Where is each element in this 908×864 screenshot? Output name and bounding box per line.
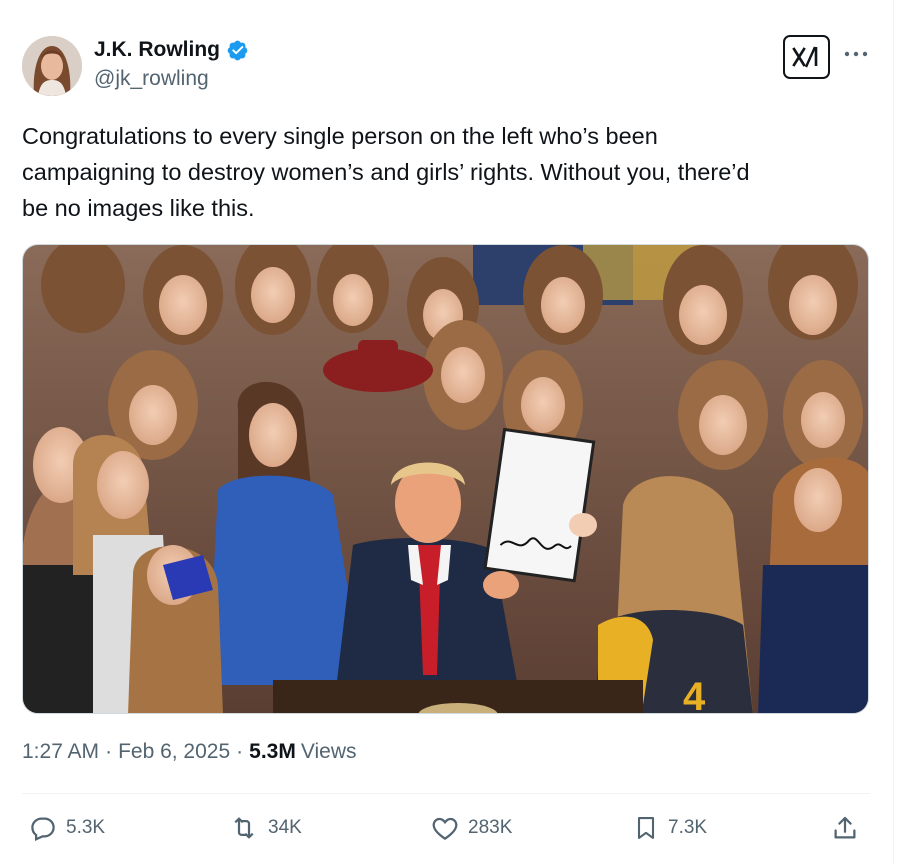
repost-count: 34K — [268, 817, 302, 838]
author-avatar[interactable] — [22, 36, 82, 96]
divider — [22, 793, 870, 794]
author-display-name[interactable]: J.K. Rowling — [94, 38, 220, 62]
separator: · — [105, 740, 113, 763]
like-count: 283K — [468, 817, 513, 838]
tweet-date[interactable]: Feb 6, 2025 — [118, 740, 230, 764]
separator: · — [236, 740, 244, 763]
more-dots-icon — [844, 51, 868, 57]
views-label: Views — [300, 740, 357, 763]
grok-button[interactable] — [783, 35, 830, 79]
reply-count: 5.3K — [66, 817, 106, 838]
heart-icon — [432, 817, 458, 840]
tweet-text-line: Congratulations to every single person o… — [22, 123, 658, 149]
author-name-row: J.K. Rowling — [94, 38, 249, 62]
more-options-button[interactable] — [840, 42, 872, 66]
timeline-border — [893, 0, 894, 864]
tweet-photo[interactable]: 4 — [22, 244, 869, 714]
share-button[interactable] — [830, 813, 868, 843]
views-count: 5.3M — [249, 740, 296, 763]
tweet-text: Congratulations to every single person o… — [22, 118, 862, 226]
bookmark-count: 7.3K — [668, 817, 708, 838]
reply-icon — [31, 817, 55, 841]
verified-badge-icon[interactable] — [226, 39, 249, 62]
reply-button[interactable]: 5.3K — [28, 813, 105, 843]
like-button[interactable]: 283K — [430, 813, 512, 843]
bookmark-icon — [637, 817, 655, 839]
tweet-text-line: campaigning to destroy women’s and girls… — [22, 159, 750, 185]
author-handle[interactable]: @jk_rowling — [94, 67, 209, 91]
xai-grok-icon — [791, 46, 817, 68]
tweet-time[interactable]: 1:27 AM — [22, 740, 99, 764]
repost-icon — [234, 817, 254, 839]
tweet-text-line: be no images like this. — [22, 195, 255, 221]
tweet-metadata: 1:27 AM · Feb 6, 2025 · 5.3M Views — [22, 740, 356, 764]
share-icon — [834, 816, 856, 839]
repost-button[interactable]: 34K — [228, 813, 302, 843]
svg-text:4: 4 — [683, 675, 706, 714]
bookmark-button[interactable]: 7.3K — [632, 813, 707, 843]
